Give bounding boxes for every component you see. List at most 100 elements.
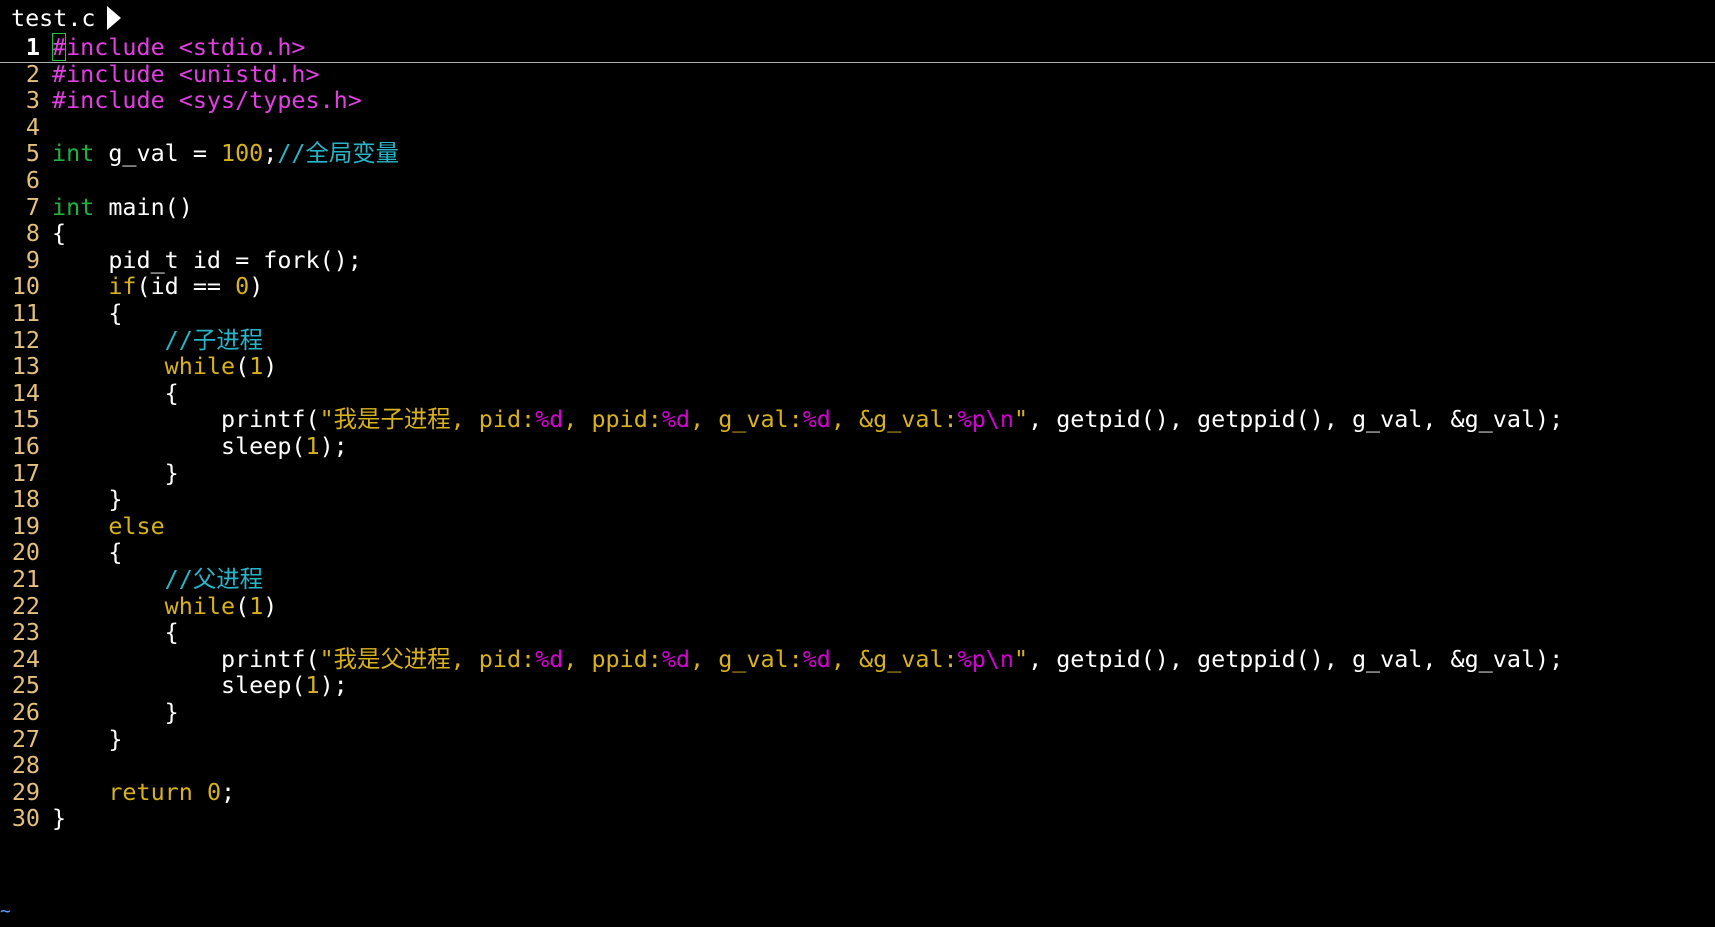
code-token: } [52,458,179,487]
code-line[interactable]: 12 //子进程 [0,326,1715,355]
code-token: } [52,698,179,726]
code-token: %d [661,644,691,673]
code-token: { [52,618,179,647]
code-line[interactable]: 11 { [0,299,1715,328]
code-line[interactable]: 30} [0,804,1715,833]
code-line[interactable]: 23 { [0,618,1715,647]
line-number: 2 [25,59,40,88]
code-token: { [52,299,123,327]
code-line[interactable]: 7 int main() [0,193,1715,222]
line-code: int main() [52,193,193,222]
line-number: 10 [11,272,40,301]
code-token: } [52,724,123,753]
line-number: 21 [11,565,40,593]
code-token: %p\n [957,405,1014,434]
code-token: return [108,777,193,806]
code-line[interactable]: 3 #include <sys/types.h> [0,86,1715,115]
line-number: 20 [11,538,40,567]
code-token: include <stdio.h> [66,33,306,61]
code-token: } [52,485,123,514]
code-line[interactable]: 17 } [0,459,1715,488]
line-code: #include <unistd.h> [52,60,320,89]
code-line[interactable]: 27 } [0,725,1715,754]
code-token: #include <unistd.h> [52,59,320,88]
code-line[interactable]: 13 while(1) [0,352,1715,381]
code-line[interactable]: 2 #include <unistd.h> [0,60,1715,89]
code-line[interactable]: 28 [0,751,1715,780]
code-token: printf( [52,405,320,434]
line-number: 18 [11,485,40,514]
line-code: #include <stdio.h> [52,33,306,62]
line-code: } [52,698,179,727]
code-line[interactable]: 26 } [0,698,1715,727]
code-token: #include <sys/types.h> [52,86,362,115]
code-line[interactable]: 6 [0,166,1715,195]
code-token: main() [94,192,193,221]
code-line[interactable]: 18 } [0,485,1715,514]
line-number: 13 [11,352,40,381]
code-line[interactable]: 25 sleep(1); [0,671,1715,700]
line-code: } [52,459,179,488]
code-line[interactable]: 20 { [0,538,1715,567]
code-line[interactable]: 15 printf("我是子进程, pid:%d, ppid:%d, g_val… [0,405,1715,434]
text-cursor: # [52,33,67,61]
line-number: 26 [11,698,40,726]
line-code: #include <sys/types.h> [52,86,362,115]
line-number: 8 [25,219,40,248]
line-number: 9 [25,245,40,274]
code-token: %d [802,405,831,434]
tab-filename[interactable]: test.c [11,3,96,33]
line-number: 29 [11,777,40,806]
code-token: , g_val: [690,405,803,434]
code-token: else [108,511,165,540]
code-token: { [52,538,123,567]
line-number: 23 [11,618,40,647]
code-token: , ppid: [563,405,662,434]
line-number: 30 [11,804,40,833]
code-line[interactable]: 24 printf("我是父进程, pid:%d, ppid:%d, g_val… [0,645,1715,674]
code-token: , &g_val: [830,644,958,673]
code-token: ( [235,591,250,620]
code-line[interactable]: 1 #include <stdio.h> [0,33,1715,63]
line-code: while(1) [52,352,278,381]
code-token: ) [263,352,278,381]
code-token: , getpid(), getppid(), g_val, &g_val); [1028,405,1564,434]
line-code: //父进程 [52,565,263,594]
code-token: { [52,219,67,248]
line-number: 3 [25,86,40,115]
code-line[interactable]: 16 sleep(1); [0,432,1715,461]
line-number: 19 [11,511,40,540]
code-line[interactable]: 29 return 0; [0,778,1715,807]
code-token: , getpid(), getppid(), g_val, &g_val); [1028,644,1564,673]
code-line[interactable]: 22 while(1) [0,592,1715,621]
code-line[interactable]: 10 if(id == 0) [0,272,1715,301]
code-line[interactable]: 19 else [0,512,1715,541]
code-token: //子进程 [164,325,264,354]
code-line[interactable]: 9 pid_t id = fork(); [0,246,1715,275]
line-code: { [52,379,179,408]
line-code: sleep(1); [52,671,348,700]
line-number: 4 [25,112,40,141]
line-code: { [52,299,122,328]
code-line[interactable]: 14 { [0,379,1715,408]
line-code: pid_t id = fork(); [52,246,361,275]
line-number: 7 [25,192,40,221]
code-token: 1 [305,432,320,460]
code-token: ) [249,272,264,301]
code-token: %p\n [957,644,1014,673]
line-code: sleep(1); [52,432,348,461]
code-token: 100 [221,139,264,168]
code-token: 1 [305,671,320,700]
code-line[interactable]: 5 int g_val = 100;//全局变量 [0,139,1715,168]
code-line[interactable]: 21 //父进程 [0,565,1715,594]
code-line[interactable]: 8{ [0,219,1715,248]
code-line[interactable]: 4 [0,113,1715,142]
code-token: if [108,272,137,301]
line-number: 15 [11,405,40,434]
line-code: printf("我是父进程, pid:%d, ppid:%d, g_val:%d… [52,645,1563,674]
code-token: (id == [136,272,236,301]
